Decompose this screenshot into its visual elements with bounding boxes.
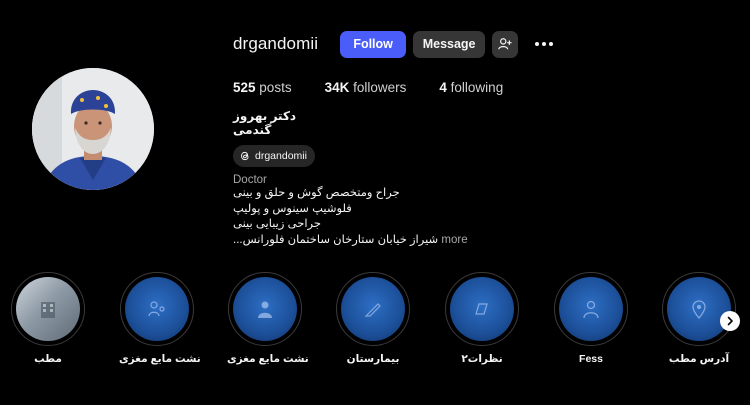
doctor-icon: [258, 301, 272, 318]
building-icon: [41, 302, 55, 318]
highlight-label: نشت مایع مغزی: [227, 353, 309, 365]
doctor-patient-icon: [148, 301, 165, 317]
highlight-item[interactable]: بیمارستان: [335, 272, 411, 365]
threads-badge[interactable]: drgandomii: [233, 145, 315, 167]
highlight-label: مطب: [34, 353, 62, 365]
profile-avatar[interactable]: [32, 68, 154, 190]
threads-handle: drgandomii: [255, 150, 307, 162]
highlight-item[interactable]: نظرات۲: [444, 272, 520, 365]
highlight-ring: [336, 272, 410, 346]
profile-category: Doctor: [233, 174, 267, 186]
chat-icon: [475, 303, 488, 315]
more-options-icon[interactable]: [531, 31, 557, 58]
avatar-image: [32, 68, 154, 190]
location-pin-icon: [692, 300, 706, 320]
highlight-ring: [662, 272, 736, 346]
suggest-user-button[interactable]: [492, 30, 519, 58]
highlight-label: بیمارستان: [346, 353, 400, 365]
username: drgandomii: [233, 34, 319, 53]
profile-header: drgandomii Follow Message 525 posts 34K …: [233, 30, 733, 248]
highlight-ring: [228, 272, 302, 346]
bio-line: جراح ومتخصص گوش و حلق و بینی: [233, 187, 400, 199]
bio-line: جراحی زیبایی بینی: [233, 218, 321, 230]
surgeon-icon: [583, 300, 599, 319]
followers-stat[interactable]: 34K followers: [325, 80, 407, 95]
full-name: دکتر بهروز گندمی: [233, 109, 297, 137]
threads-icon: [241, 151, 249, 161]
chevron-right-icon: [727, 316, 733, 326]
highlight-item[interactable]: نشت مایع مغزی: [119, 272, 201, 365]
highlight-label: نظرات۲: [461, 353, 503, 365]
message-button[interactable]: Message: [413, 30, 486, 58]
highlight-label: نشت مایع مغزی: [119, 353, 201, 365]
highlight-item[interactable]: نشت مایع مغزی: [227, 272, 309, 365]
bio-line: فلوشیپ سینوس و پولیپ: [233, 202, 352, 215]
follow-button[interactable]: Follow: [340, 30, 407, 58]
highlight-label: آدرس مطب: [668, 353, 730, 365]
highlight-item[interactable]: مطب: [10, 272, 86, 365]
clinic-photo: [16, 277, 80, 341]
highlights-next-button[interactable]: [720, 311, 740, 331]
highlight-label: Fess: [579, 353, 603, 365]
scalpel-icon: [364, 303, 381, 317]
following-stat[interactable]: 4 following: [439, 80, 503, 95]
profile-top-row: drgandomii Follow Message: [233, 30, 733, 58]
highlight-ring: [11, 272, 85, 346]
bio-more-link[interactable]: more: [441, 234, 467, 246]
highlight-ring: [445, 272, 519, 346]
posts-stat: 525 posts: [233, 80, 292, 95]
add-user-icon: [498, 38, 512, 50]
bio-line: شیراز خیابان ستارخان ساختمان فلورانس...: [233, 233, 439, 246]
story-highlights: مطب نشت مایع مغزی نشت مایع مغزی بیمارستا…: [10, 272, 750, 372]
highlight-ring: [554, 272, 628, 346]
highlight-item[interactable]: Fess: [553, 272, 629, 365]
profile-stats: 525 posts 34K followers 4 following: [233, 80, 733, 95]
highlight-ring: [120, 272, 194, 346]
profile-bio: جراح ومتخصص گوش و حلق و بینی فلوشیپ سینو…: [233, 186, 733, 248]
